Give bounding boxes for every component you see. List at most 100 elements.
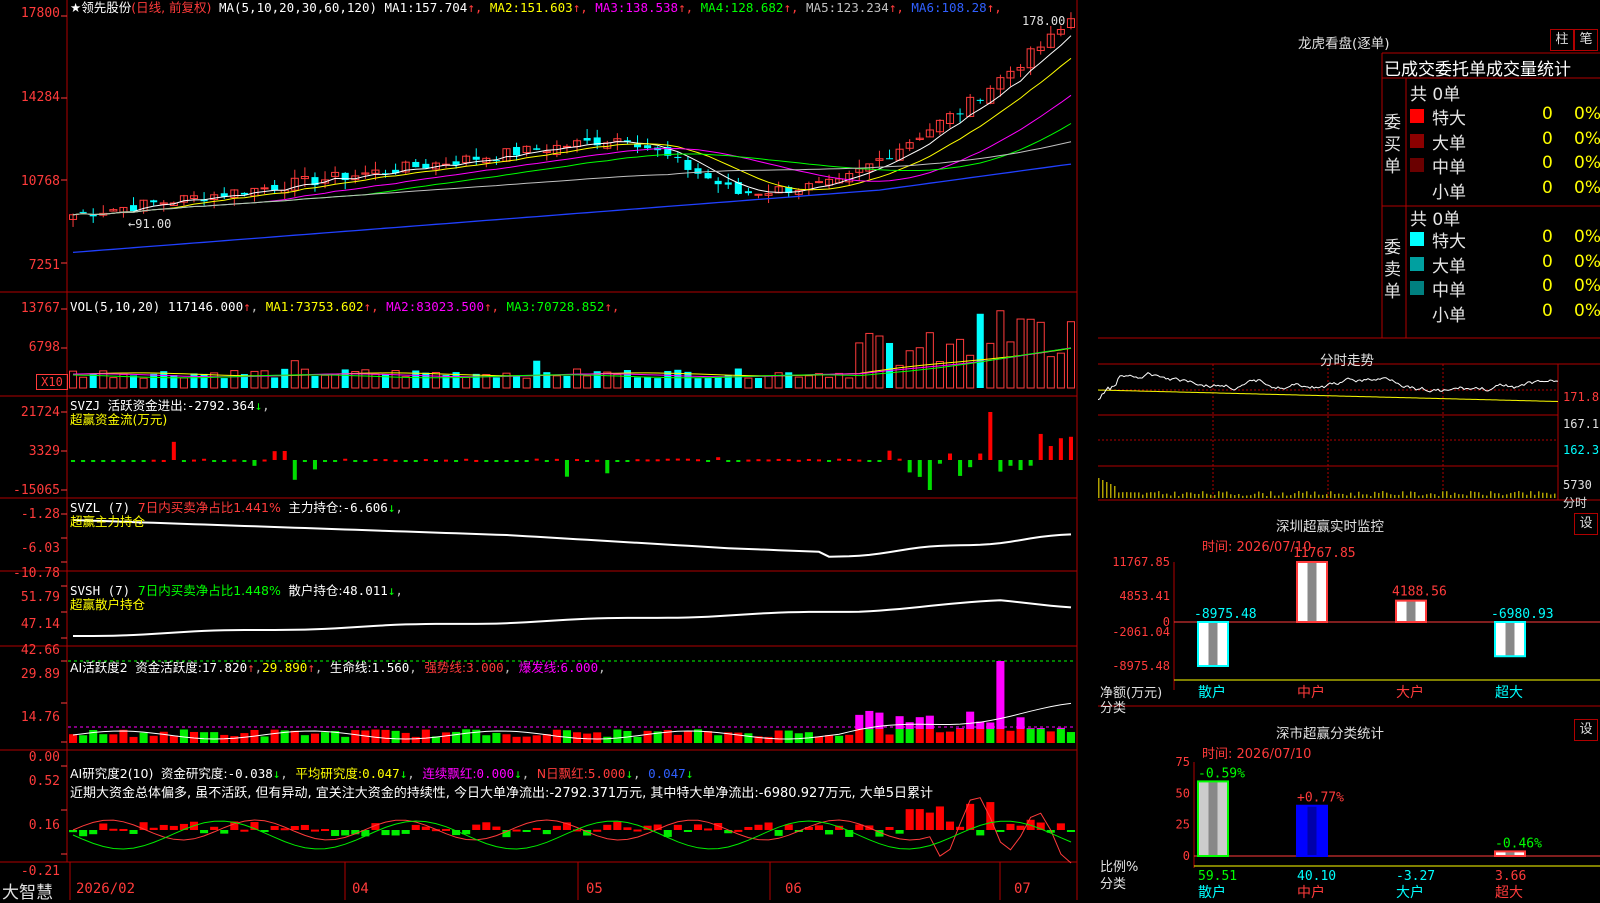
chart-canvas[interactable] [0,0,1098,900]
app-logo[interactable]: 大智慧 [2,878,53,903]
fund-flow-bar [272,451,277,460]
ma-value: 138.538 [625,0,679,15]
volume-ma-line [72,347,1072,379]
fund-flow-bar [121,460,126,462]
fund-flow-bar [484,460,489,462]
activity-bar [774,730,783,743]
intraday-volume-bar [1546,492,1548,498]
volume-bar [341,369,349,388]
intraday-volume-bar [1538,491,1540,498]
ma-header: MA(5,10,20,30,60,120) [218,0,377,15]
fund-flow-bar [968,460,973,468]
intraday-title: 分时走势 [1320,353,1374,369]
intraday-volume-bar [1366,494,1368,498]
volume-unit-badge[interactable]: X10 [36,374,68,390]
class-stats-title: 深市超赢分类统计 [1276,726,1384,742]
x-axis-label: 04 [352,881,369,897]
research-bar [956,826,965,830]
fund-flow-bar [655,459,660,462]
volume-bar [300,368,309,389]
svzl-axis-label: -1.28 [20,507,60,522]
fund-flow-bar [857,459,862,462]
volume-bar [633,377,642,388]
intraday-axis-label: 162.3 [1563,443,1600,457]
volume-axis-label: 13767 [20,301,60,316]
volume-bar [220,378,228,388]
tick-view-button[interactable]: 笔 [1574,29,1598,51]
candle-body [79,211,87,213]
volume-ma-name: MA3: [506,299,537,314]
fund-flow-bar [363,460,368,462]
volume-bar [875,335,884,389]
intraday-volume-bar [1114,486,1116,498]
volume-bar [1056,352,1065,389]
activity-bar [905,722,914,729]
activity-bar [522,736,531,743]
fund-flow-bar [292,460,297,480]
activity-bar [310,733,319,743]
intraday-volume-bar [1274,495,1276,498]
stats-header: 已成交委托单成交量统计 [1384,60,1571,80]
intraday-volume-bar [1454,492,1456,498]
candle-body [129,205,138,212]
activity-bar [260,736,269,743]
intraday-volume-bar [1362,494,1364,498]
activity-bar [1016,717,1025,729]
fund-flow-bar [141,460,146,462]
stock-name[interactable]: ★领先股份 [70,0,131,15]
intraday-volume-bar [1370,495,1372,498]
volume-ma-line [72,347,1072,378]
bar-view-button[interactable]: 柱 [1550,29,1574,51]
volume-bar [150,373,158,388]
fund-flow-bar [1068,436,1073,460]
price-axis-label: 17800 [20,6,60,21]
period-label[interactable]: (日线, 前复权) [131,0,211,15]
volume-bar [401,376,410,389]
fund-flow-bar [776,458,781,461]
activity-bar [1016,729,1025,743]
activity-bar [321,732,330,743]
fund-flow-bar [625,460,630,462]
volume-bar [311,376,319,388]
intraday-volume-bar [1246,495,1248,498]
monitor-axis-label: 4853.41 [1119,589,1170,603]
research-bar [552,825,561,830]
intraday-volume-label: 5730 [1563,478,1592,492]
ma-arrow: ↑, [572,0,596,15]
svzl-axis-label: -6.03 [20,541,60,556]
activity-bar [935,732,944,743]
main-chart-area[interactable]: ★领先股份(日线, 前复权) MA(5,10,20,30,60,120) MA1… [0,0,1098,903]
intraday-volume-bar [1162,494,1164,498]
ma-value: 128.682 [730,0,784,15]
activity-bar [452,731,461,743]
volume-bar [684,371,692,388]
class-settings-button[interactable]: 设 [1574,719,1598,741]
intraday-volume-bar [1518,491,1520,498]
class-axis-label: 25 [1176,818,1190,832]
intraday-volume-bar [1418,495,1420,498]
volume-axis-label: 6798 [28,340,60,355]
activity-bar [915,717,924,729]
research-bar [411,824,420,830]
intraday-volume-bar [1314,491,1316,498]
fund-flow-bar [312,460,317,470]
research-bar [613,821,622,830]
research-bar [532,827,541,830]
fund-flow-bar [575,459,580,462]
activity-bar [895,716,904,729]
intraday-volume-bar [1414,492,1416,498]
activity-bar [1066,732,1075,743]
fund-flow-bar [706,460,711,462]
fund-flow-bar [746,459,751,462]
volume-bar [794,376,803,389]
volume-ma-value: 70728.852 [536,299,605,314]
fund-flow-bar [595,459,600,462]
intraday-volume-bar [1426,494,1428,498]
research-bar [774,830,783,836]
monitor-settings-button[interactable]: 设 [1574,513,1598,535]
fund-flow-bar [514,460,519,462]
activity-bar [835,735,844,743]
monitor-time: 时间: 2026/07/10 [1202,540,1312,555]
monitor-bar-label: 4188.56 [1392,585,1447,600]
intraday-volume-bar [1170,495,1172,498]
